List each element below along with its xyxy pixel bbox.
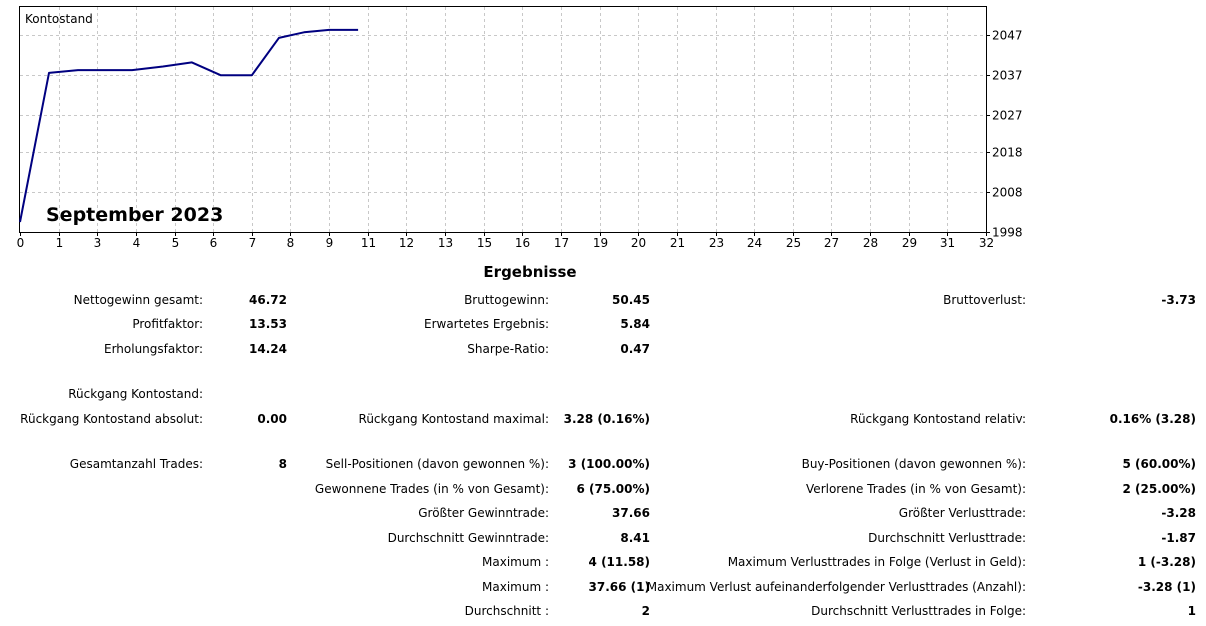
result-value: 0.47 [620,342,650,356]
x-tick-label: 15 [477,236,492,250]
y-tick-label: 2037 [992,69,1023,83]
x-tick-label: 1 [56,236,64,250]
x-tick-label: 4 [133,236,141,250]
result-value: 13.53 [249,317,287,331]
x-tick-label: 25 [786,236,801,250]
x-tick-label: 5 [172,236,180,250]
result-label: Bruttoverlust: [943,293,1026,307]
result-label: Profitfaktor: [132,317,203,331]
x-tick-label: 3 [94,236,102,250]
result-label: Erwartetes Ergebnis: [423,317,549,331]
result-label: Durchschnitt Gewinntrade: [387,531,549,545]
result-label: Maximum Verlusttrades in Folge (Verlust … [727,555,1026,569]
result-value: 3.28 (0.16%) [563,412,650,426]
y-tick-label: 1998 [992,226,1023,240]
result-label: Maximum Verlust aufeinanderfolgender Ver… [646,580,1026,594]
x-tick-label: 27 [824,236,839,250]
x-tick-label: 8 [287,236,295,250]
result-value: 1 (-3.28) [1137,555,1196,569]
x-tick-label: 24 [747,236,762,250]
result-value: 8 [278,457,287,471]
x-tick-label: 13 [438,236,453,250]
x-tick-label: 23 [709,236,724,250]
x-tick-label: 31 [940,236,955,250]
x-tick-label: 19 [593,236,608,250]
result-label: Sell-Positionen (davon gewonnen %): [325,457,549,471]
result-label: Buy-Positionen (davon gewonnen %): [801,457,1026,471]
result-value: 8.41 [620,531,650,545]
result-label: Gesamtanzahl Trades: [69,457,203,471]
result-label: Maximum : [482,580,549,594]
chart-title: Kontostand [25,12,93,26]
result-label: Rückgang Kontostand absolut: [20,412,203,426]
result-label: Bruttogewinn: [464,293,549,307]
result-value: 5.84 [620,317,650,331]
result-value: 6 (75.00%) [576,482,650,496]
x-tick-label: 9 [326,236,334,250]
balance-line [19,28,359,223]
result-label: Verlorene Trades (in % von Gesamt): [806,482,1026,496]
result-label: Durchschnitt : [464,604,549,618]
result-label: Erholungsfaktor: [103,342,203,356]
x-axis: 0 1 3 4 5 6 7 8 9 11 12 13 15 16 17 19 20 21 23 24 25 27 28 29 3… [17,232,994,250]
result-value: 0.16% (3.28) [1109,412,1196,426]
plot-frame [19,6,987,233]
y-tick-label: 2047 [992,29,1023,43]
result-value: 0.00 [257,412,287,426]
result-label: Rückgang Kontostand: [68,387,203,401]
result-value: 1 [1187,604,1196,618]
result-value: 2 [641,604,650,618]
x-tick-label: 20 [631,236,646,250]
result-value: 37.66 [612,506,650,520]
result-value: 46.72 [249,293,287,307]
x-tick-label: 28 [863,236,878,250]
x-tick-label: 21 [670,236,685,250]
y-tick-label: 2008 [992,186,1023,200]
result-label: Rückgang Kontostand maximal: [358,412,549,426]
balance-chart: 0 1 3 4 5 6 7 8 9 11 12 13 15 16 17 19 20 21 23 24 25 27 28 29 3… [17,6,1023,250]
result-value: 2 (25.00%) [1122,482,1196,496]
y-axis: 1998 2008 2018 2027 2037 2047 [986,29,1023,240]
x-tick-label: 17 [554,236,569,250]
x-tick-label: 16 [515,236,530,250]
x-tick-label: 7 [249,236,257,250]
result-label: Größter Verlusttrade: [898,506,1026,520]
x-tick-label: 6 [210,236,218,250]
result-value: 5 (60.00%) [1122,457,1196,471]
result-value: -3.73 [1161,293,1196,307]
y-tick-label: 2027 [992,109,1023,123]
result-label: Durchschnitt Verlusttrade: [868,531,1026,545]
result-value: -3.28 (1) [1137,580,1196,594]
x-tick-label: 0 [17,236,25,250]
result-label: Größter Gewinntrade: [418,506,549,520]
result-label: Sharpe-Ratio: [467,342,549,356]
result-value: 3 (100.00%) [568,457,650,471]
results-title: Ergebnisse [483,263,577,281]
chart-grid [20,7,986,232]
y-tick-label: 2018 [992,146,1023,160]
result-value: -1.87 [1161,531,1196,545]
result-value: 14.24 [249,342,287,356]
x-tick-label: 12 [399,236,414,250]
result-value: 37.66 (1) [588,580,650,594]
result-label: Rückgang Kontostand relativ: [850,412,1026,426]
result-value: -3.28 [1161,506,1196,520]
x-tick-label: 29 [902,236,917,250]
result-value: 50.45 [612,293,650,307]
result-value: 4 (11.58) [588,555,650,569]
x-tick-label: 11 [361,236,376,250]
result-label: Maximum : [482,555,549,569]
result-label: Nettogewinn gesamt: [73,293,203,307]
result-label: Gewonnene Trades (in % von Gesamt): [314,482,549,496]
result-label: Durchschnitt Verlusttrades in Folge: [811,604,1026,618]
chart-period-label: September 2023 [46,204,223,226]
